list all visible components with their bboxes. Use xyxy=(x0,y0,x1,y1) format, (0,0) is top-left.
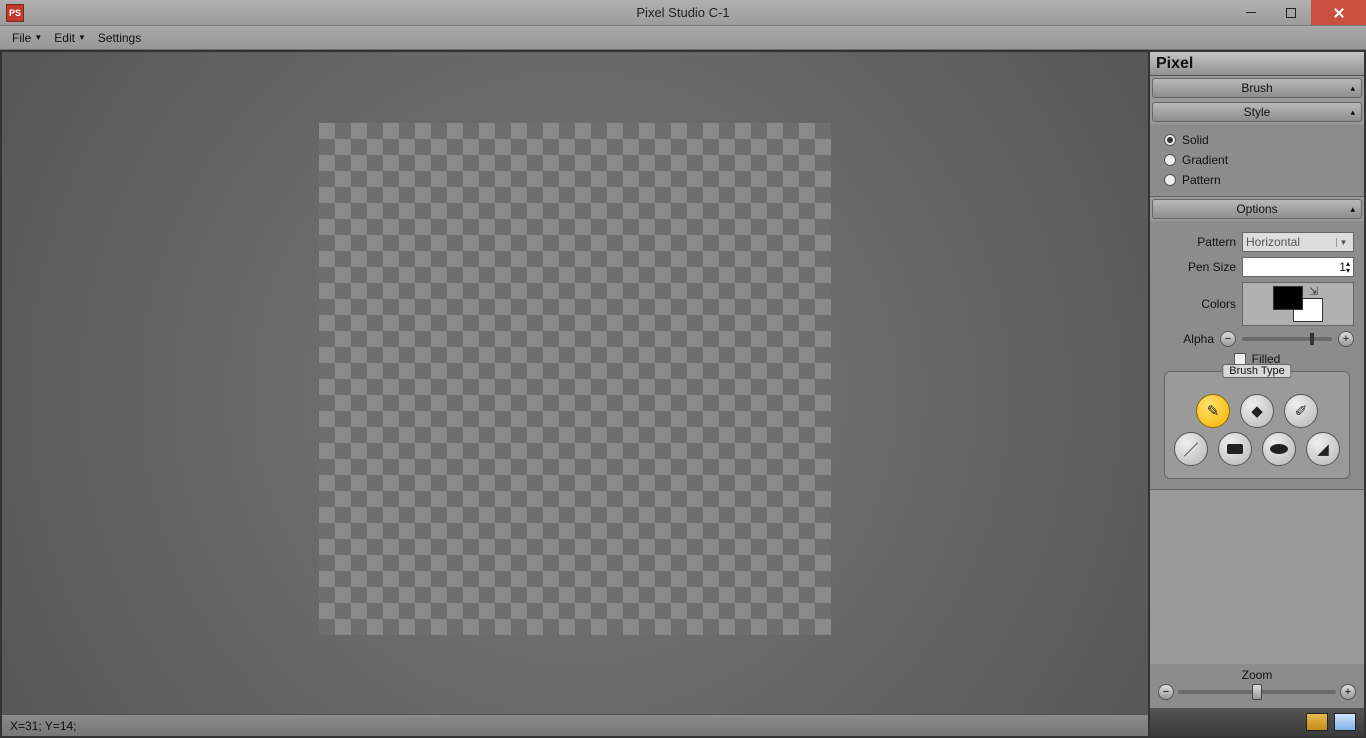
zoom-in-button[interactable]: + xyxy=(1340,684,1356,700)
colors-label: Colors xyxy=(1201,297,1236,311)
foreground-swatch[interactable] xyxy=(1273,286,1303,310)
zoom-label: Zoom xyxy=(1158,668,1356,682)
radio-pattern-label: Pattern xyxy=(1182,173,1221,187)
brush-section-header[interactable]: Brush ▴ xyxy=(1152,78,1362,98)
radio-gradient-label: Gradient xyxy=(1182,153,1228,167)
zoom-section: Zoom − + xyxy=(1150,664,1364,708)
brush-type-legend: Brush Type xyxy=(1222,364,1291,378)
color-swatches[interactable]: ⇲ xyxy=(1242,282,1354,326)
alpha-slider[interactable] xyxy=(1242,337,1332,341)
pattern-select[interactable]: Horizontal ▼ xyxy=(1242,232,1354,252)
alpha-label: Alpha xyxy=(1160,332,1214,346)
pattern-label: Pattern xyxy=(1197,235,1236,249)
collapse-icon: ▴ xyxy=(1350,83,1355,94)
menu-file-label: File xyxy=(12,31,31,45)
app-icon: PS xyxy=(6,4,24,22)
pensize-label: Pen Size xyxy=(1188,260,1236,274)
menu-file[interactable]: File▼ xyxy=(6,29,48,47)
chevron-down-icon: ▼ xyxy=(1336,238,1350,247)
menu-edit[interactable]: Edit▼ xyxy=(48,29,92,47)
drawing-canvas[interactable] xyxy=(319,123,831,635)
footer-tab-brush[interactable] xyxy=(1306,713,1328,731)
options-header-label: Options xyxy=(1236,202,1277,216)
collapse-icon: ▴ xyxy=(1350,107,1355,118)
style-section-body: Solid Gradient Pattern xyxy=(1150,124,1364,197)
radio-icon xyxy=(1164,174,1176,186)
window-title: Pixel Studio C-1 xyxy=(636,5,729,20)
side-panel: Pixel Brush ▴ Style ▴ Solid Gradient Pat… xyxy=(1148,50,1366,738)
pattern-select-value: Horizontal xyxy=(1246,235,1300,249)
zoom-out-button[interactable]: − xyxy=(1158,684,1174,700)
line-icon: ／ xyxy=(1183,439,1198,460)
cursor-coords: X=31; Y=14; xyxy=(10,719,77,733)
canvas-area: X=31; Y=14; xyxy=(0,50,1148,738)
panel-title: Pixel xyxy=(1150,52,1364,76)
rectangle-icon xyxy=(1227,444,1243,454)
brush-header-label: Brush xyxy=(1241,81,1272,95)
title-bar: PS Pixel Studio C-1 xyxy=(0,0,1366,26)
maximize-button[interactable] xyxy=(1271,0,1311,25)
collapse-icon: ▴ xyxy=(1350,204,1355,215)
chevron-down-icon: ▼ xyxy=(78,33,86,42)
close-icon xyxy=(1333,7,1345,19)
pensize-stepper[interactable]: 1▴▾ xyxy=(1242,257,1354,277)
brush-type-group: Brush Type ✎ ◆ ✐ ／ ◢ xyxy=(1164,371,1350,479)
menu-bar: File▼ Edit▼ Settings xyxy=(0,26,1366,50)
fill-tool[interactable]: ◢ xyxy=(1306,432,1340,466)
rectangle-tool[interactable] xyxy=(1218,432,1252,466)
minimize-button[interactable] xyxy=(1231,0,1271,25)
eyedropper-tool[interactable]: ✐ xyxy=(1284,394,1318,428)
panel-footer xyxy=(1150,708,1364,736)
swap-icon: ⇲ xyxy=(1309,285,1318,298)
radio-gradient[interactable]: Gradient xyxy=(1160,150,1354,170)
menu-edit-label: Edit xyxy=(54,31,75,45)
eyedropper-icon: ✐ xyxy=(1295,402,1308,420)
bucket-icon: ◢ xyxy=(1317,440,1329,458)
line-tool[interactable]: ／ xyxy=(1174,432,1208,466)
pensize-value: 1 xyxy=(1339,260,1346,274)
eraser-icon: ◆ xyxy=(1251,402,1263,420)
stepper-icon: ▴▾ xyxy=(1346,260,1350,274)
options-section-header[interactable]: Options ▴ xyxy=(1152,199,1362,219)
zoom-slider[interactable] xyxy=(1178,690,1336,694)
chevron-down-icon: ▼ xyxy=(34,33,42,42)
radio-solid[interactable]: Solid xyxy=(1160,130,1354,150)
slider-thumb[interactable] xyxy=(1310,333,1314,345)
radio-pattern[interactable]: Pattern xyxy=(1160,170,1354,190)
pencil-icon: ✎ xyxy=(1207,402,1220,420)
close-button[interactable] xyxy=(1311,0,1366,25)
radio-solid-label: Solid xyxy=(1182,133,1209,147)
maximize-icon xyxy=(1286,8,1296,18)
style-header-label: Style xyxy=(1244,105,1271,119)
radio-icon xyxy=(1164,154,1176,166)
ellipse-tool[interactable] xyxy=(1262,432,1296,466)
menu-settings[interactable]: Settings xyxy=(92,29,147,47)
footer-tab-layers[interactable] xyxy=(1334,713,1356,731)
pencil-tool[interactable]: ✎ xyxy=(1196,394,1230,428)
options-section-body: Pattern Horizontal▼ Pen Size 1▴▾ Colors … xyxy=(1150,221,1364,490)
minimize-icon xyxy=(1246,12,1256,13)
radio-icon xyxy=(1164,134,1176,146)
style-section-header[interactable]: Style ▴ xyxy=(1152,102,1362,122)
menu-settings-label: Settings xyxy=(98,31,141,45)
status-bar: X=31; Y=14; xyxy=(2,714,1148,736)
alpha-decrease-button[interactable]: − xyxy=(1220,331,1236,347)
alpha-increase-button[interactable]: + xyxy=(1338,331,1354,347)
slider-thumb[interactable] xyxy=(1252,684,1262,700)
ellipse-icon xyxy=(1270,444,1288,454)
eraser-tool[interactable]: ◆ xyxy=(1240,394,1274,428)
